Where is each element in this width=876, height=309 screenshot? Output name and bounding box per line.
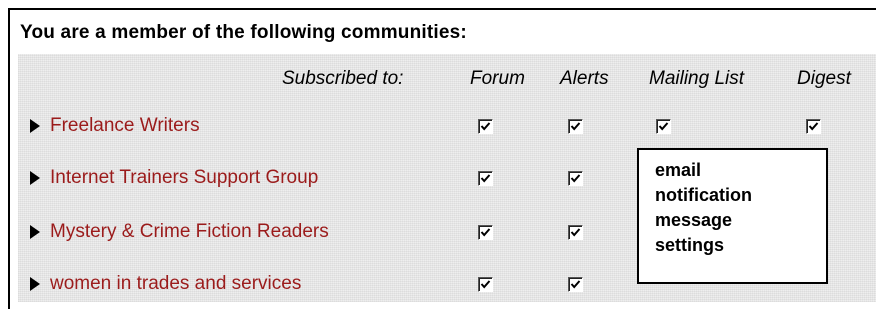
checkmark-icon <box>570 280 581 289</box>
checkmark-icon <box>480 122 491 131</box>
community-row-internet-trainers: Internet Trainers Support Group <box>30 164 318 192</box>
triangle-right-icon <box>30 225 40 239</box>
column-header-digest: Digest <box>797 68 851 89</box>
callout-line: settings <box>655 235 725 255</box>
community-link[interactable]: Internet Trainers Support Group <box>50 167 318 189</box>
checkmark-icon <box>570 122 581 131</box>
checkmark-icon <box>480 280 491 289</box>
community-link[interactable]: women in trades and services <box>50 273 301 295</box>
community-link[interactable]: Freelance Writers <box>50 115 200 137</box>
digest-checkbox[interactable] <box>806 119 821 134</box>
checkmark-icon <box>480 228 491 237</box>
checkmark-icon <box>808 122 819 131</box>
column-header-forum: Forum <box>470 68 525 89</box>
triangle-right-icon <box>30 277 40 291</box>
community-row-freelance-writers: Freelance Writers <box>30 112 200 140</box>
alerts-checkbox[interactable] <box>568 119 583 134</box>
checkmark-icon <box>570 228 581 237</box>
community-row-mystery-crime: Mystery & Crime Fiction Readers <box>30 218 329 246</box>
column-header-mailing-list: Mailing List <box>649 68 745 89</box>
column-header-alerts: Alerts <box>560 68 609 89</box>
alerts-checkbox[interactable] <box>568 277 583 292</box>
callout-line: email <box>655 160 702 180</box>
triangle-right-icon <box>30 119 40 133</box>
column-header-subscribed-to: Subscribed to: <box>282 68 404 89</box>
forum-checkbox[interactable] <box>478 171 493 186</box>
triangle-right-icon <box>30 171 40 185</box>
email-settings-callout: email notification message settings <box>637 148 828 284</box>
page-heading: You are a member of the following commun… <box>20 22 467 43</box>
checkmark-icon <box>480 174 491 183</box>
callout-line: notification <box>655 185 752 205</box>
community-link[interactable]: Mystery & Crime Fiction Readers <box>50 221 329 243</box>
checkmark-icon <box>570 174 581 183</box>
forum-checkbox[interactable] <box>478 119 493 134</box>
community-row-women-in-trades: women in trades and services <box>30 270 301 298</box>
alerts-checkbox[interactable] <box>568 225 583 240</box>
callout-line: message <box>655 210 733 230</box>
mailing-list-checkbox[interactable] <box>656 119 671 134</box>
checkmark-icon <box>658 122 669 131</box>
forum-checkbox[interactable] <box>478 225 493 240</box>
alerts-checkbox[interactable] <box>568 171 583 186</box>
forum-checkbox[interactable] <box>478 277 493 292</box>
